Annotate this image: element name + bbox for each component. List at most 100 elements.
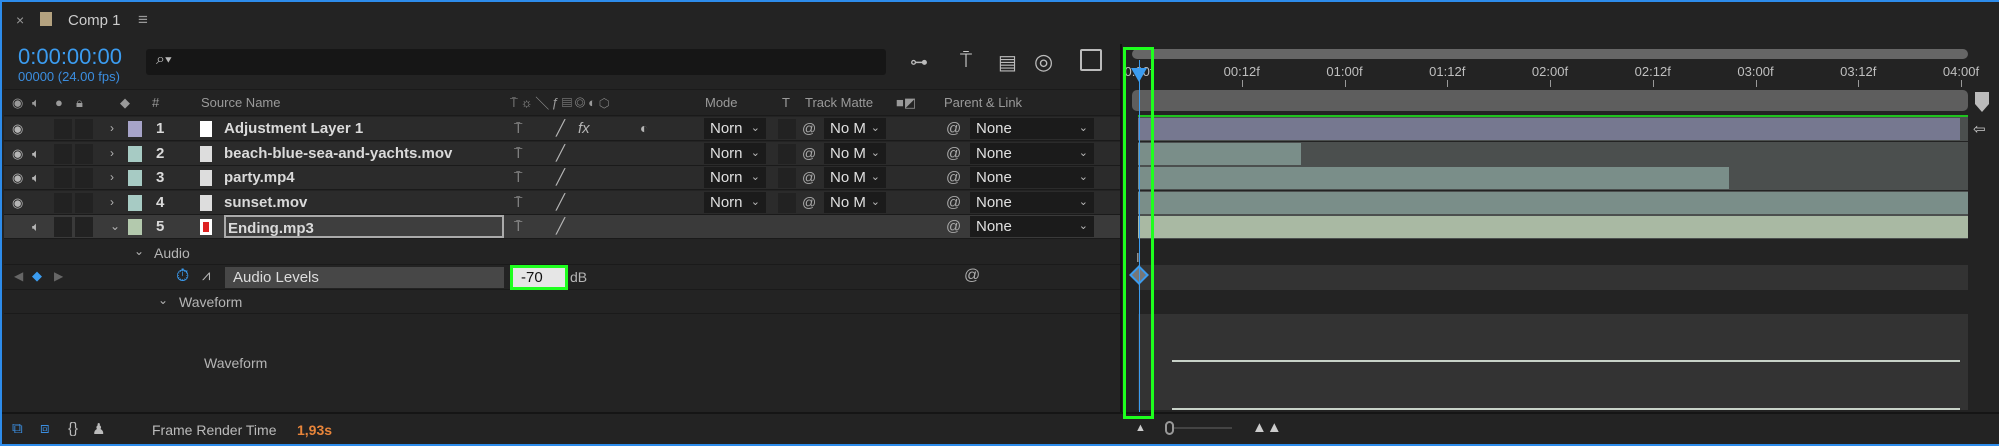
lock-toggle[interactable] — [75, 144, 93, 164]
video-eye-icon[interactable]: ◉ — [12, 142, 23, 165]
layer-name[interactable]: Adjustment Layer 1 — [224, 117, 363, 140]
shy-switch-icon[interactable]: ⍑ — [514, 166, 522, 189]
preserve-transparency-toggle[interactable] — [778, 119, 796, 139]
layer-duration-bar[interactable] — [1138, 192, 1968, 214]
waveform-group-row[interactable]: ⌄ Waveform — [4, 290, 1120, 314]
preserve-transparency-toggle[interactable] — [778, 193, 796, 213]
comp-button-icon[interactable]: ⇦ — [1973, 120, 1986, 138]
chevron-right-icon[interactable]: › — [110, 142, 114, 165]
comp-marker-bin-icon[interactable] — [1975, 92, 1989, 112]
label-color-swatch[interactable] — [128, 219, 142, 235]
layer-row[interactable]: ◉ › 4 sunset.mov ⍑ ╱ Norn ⌄ @ No M ⌄ @ Non… — [4, 191, 1120, 215]
in-out-toggle-icon[interactable]: {} — [68, 420, 78, 437]
video-eye-icon[interactable]: ◉ — [12, 191, 23, 214]
layer-row[interactable]: ◉ 🔈︎ › 3 party.mp4 ⍑ ╱ Norn ⌄ @ No M ⌄ @ N… — [4, 166, 1120, 190]
parent-pick-whip-icon[interactable]: @ — [946, 191, 961, 214]
label-color-swatch[interactable] — [128, 170, 142, 186]
layer-duration-bar[interactable] — [1138, 167, 1729, 189]
quality-switch-icon[interactable]: ╱ — [556, 191, 565, 214]
frame-blending-icon[interactable]: ▤ — [998, 50, 1017, 75]
zoom-slider[interactable] — [1172, 427, 1232, 429]
blend-mode-dropdown[interactable]: Norn ⌄ — [704, 167, 766, 188]
time-navigator[interactable] — [1132, 49, 1968, 59]
layer-name[interactable]: Ending.mp3 — [224, 215, 504, 238]
layer-row[interactable]: ◉ › 1 Adjustment Layer 1 ⍑ ╱ fx ◐ Norn ⌄ … — [4, 117, 1120, 141]
shy-switch-icon[interactable]: ⍑ — [514, 117, 522, 140]
matte-pick-whip-icon[interactable]: @ — [802, 166, 816, 189]
composition-flowchart-icon[interactable]: ⊶ — [910, 52, 928, 73]
shy-switch-icon[interactable]: ⍑ — [514, 142, 522, 165]
track-matte-dropdown[interactable]: No M ⌄ — [824, 192, 886, 213]
solo-toggle[interactable] — [54, 144, 72, 164]
zoom-out-icon[interactable]: ▲ — [1135, 422, 1146, 434]
audio-group-row[interactable]: ⌄ Audio — [4, 241, 1120, 265]
panel-divider[interactable] — [1120, 44, 1122, 412]
shy-switch-icon[interactable]: ⍑ — [514, 215, 522, 238]
video-eye-icon[interactable]: ◉ — [12, 166, 23, 189]
chevron-right-icon[interactable]: › — [110, 191, 114, 214]
parent-dropdown[interactable]: None ⌄ — [970, 192, 1094, 213]
source-name-header[interactable]: Source Name — [201, 95, 280, 110]
pick-whip-icon[interactable]: @ — [964, 267, 980, 285]
next-keyframe-button[interactable]: ▶ — [54, 269, 63, 283]
chevron-down-icon[interactable]: ⌄ — [158, 293, 168, 307]
layer-name[interactable]: beach-blue-sea-and-yachts.mov — [224, 142, 452, 165]
parent-dropdown[interactable]: None ⌄ — [970, 143, 1094, 164]
quality-switch-icon[interactable]: ╱ — [556, 166, 565, 189]
audio-levels-value-input[interactable]: -70 — [510, 265, 568, 290]
label-color-swatch[interactable] — [128, 146, 142, 162]
label-color-swatch[interactable] — [128, 195, 142, 211]
parent-pick-whip-icon[interactable]: @ — [946, 215, 961, 238]
current-time[interactable]: 0:00:00:00 — [18, 44, 122, 70]
blend-mode-dropdown[interactable]: Norn ⌄ — [704, 192, 766, 213]
zoom-in-icon[interactable]: ▲▲ — [1252, 419, 1282, 436]
chevron-right-icon[interactable]: › — [110, 166, 114, 189]
solo-toggle[interactable] — [54, 119, 72, 139]
shy-switch-icon[interactable]: ⍑ — [514, 191, 522, 214]
audio-speaker-icon[interactable]: 🔈︎ — [32, 166, 40, 189]
blend-mode-dropdown[interactable]: Norn ⌄ — [704, 143, 766, 164]
audio-speaker-icon[interactable]: 🔈︎ — [32, 215, 40, 238]
track-matte-dropdown[interactable]: No M ⌄ — [824, 167, 886, 188]
matte-pick-whip-icon[interactable]: @ — [802, 117, 816, 140]
stopwatch-icon[interactable]: ⏱︎ — [176, 266, 189, 286]
layer-duration-bar[interactable] — [1138, 143, 1301, 165]
lock-toggle[interactable] — [75, 217, 93, 237]
track-matte-dropdown[interactable]: No M ⌄ — [824, 143, 886, 164]
modes-toggle-icon[interactable]: ⧈ — [40, 420, 50, 437]
tab-comp-1[interactable]: Comp 1 — [68, 12, 121, 29]
lock-toggle[interactable] — [75, 119, 93, 139]
video-eye-icon[interactable]: ◉ — [12, 117, 23, 140]
adjustment-switch-icon[interactable]: ◐ — [640, 117, 648, 140]
preserve-transparency-toggle[interactable] — [778, 144, 796, 164]
blend-mode-dropdown[interactable]: Norn ⌄ — [704, 118, 766, 139]
quality-switch-icon[interactable]: ╱ — [556, 142, 565, 165]
lock-toggle[interactable] — [75, 193, 93, 213]
quality-switch-icon[interactable]: ╱ — [556, 117, 565, 140]
graph-editor-icon[interactable] — [1080, 49, 1102, 71]
draft-3d-icon[interactable]: ⍑ — [960, 50, 972, 73]
graph-icon[interactable]: ⩘ — [202, 267, 210, 284]
chevron-down-icon[interactable]: ⌄ — [110, 215, 120, 238]
chevron-right-icon[interactable]: › — [110, 117, 114, 140]
chevron-down-icon[interactable]: ⌄ — [134, 244, 144, 258]
matte-pick-whip-icon[interactable]: @ — [802, 142, 816, 165]
render-time-toggle-icon[interactable]: ♟ — [92, 420, 105, 438]
motion-blur-icon[interactable]: ◎ — [1034, 49, 1053, 75]
close-tab-button[interactable]: × — [16, 12, 24, 28]
preserve-transparency-toggle[interactable] — [778, 168, 796, 188]
parent-pick-whip-icon[interactable]: @ — [946, 166, 961, 189]
matte-pick-whip-icon[interactable]: @ — [802, 191, 816, 214]
label-color-swatch[interactable] — [128, 121, 142, 137]
lock-toggle[interactable] — [75, 168, 93, 188]
solo-toggle[interactable] — [54, 193, 72, 213]
parent-pick-whip-icon[interactable]: @ — [946, 142, 961, 165]
add-keyframe-button[interactable]: ◆ — [32, 268, 42, 284]
layer-row[interactable]: ◉ 🔈︎ › 2 beach-blue-sea-and-yachts.mov ⍑… — [4, 142, 1120, 166]
layer-name[interactable]: party.mp4 — [224, 166, 295, 189]
panel-menu-icon[interactable]: ≡ — [138, 10, 148, 30]
effects-switch[interactable]: fx — [578, 117, 590, 140]
solo-toggle[interactable] — [54, 217, 72, 237]
track-matte-dropdown[interactable]: No M ⌄ — [824, 118, 886, 139]
parent-dropdown[interactable]: None ⌄ — [970, 216, 1094, 237]
